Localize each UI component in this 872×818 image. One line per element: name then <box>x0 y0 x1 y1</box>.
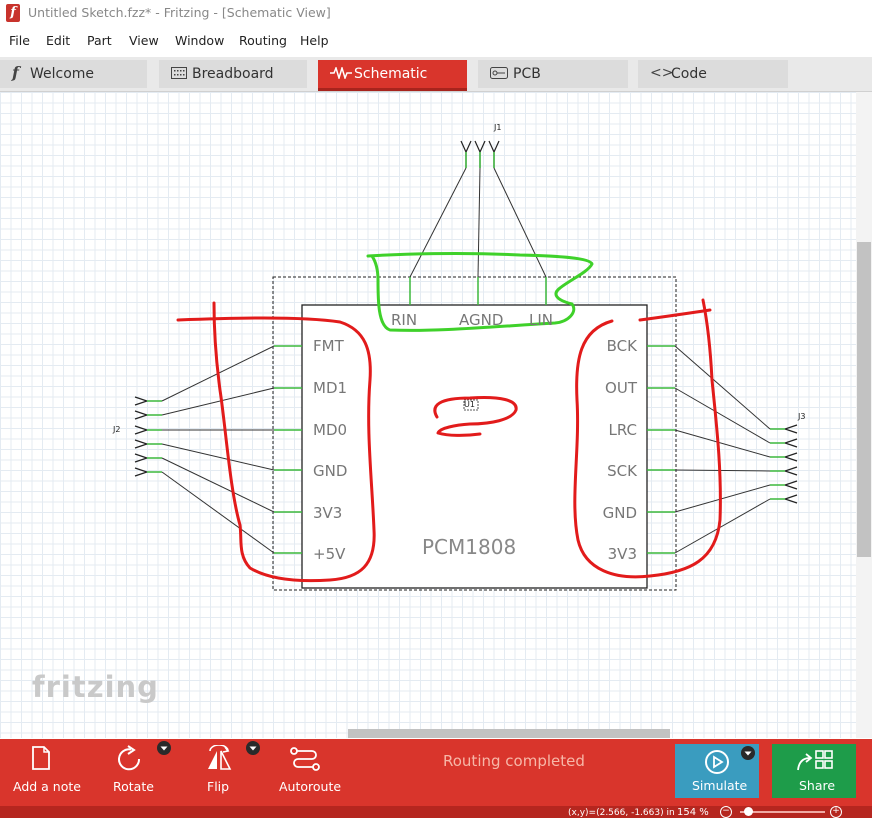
pin-label-lrc: LRC <box>608 421 637 439</box>
tab-welcome-label: Welcome <box>30 66 95 82</box>
window-title: Untitled Sketch.fzz* - Fritzing - [Schem… <box>28 5 331 20</box>
menu-help[interactable]: Help <box>300 33 329 48</box>
rotate-dropdown-icon[interactable] <box>157 741 171 755</box>
pin-label-gnd-right: GND <box>602 504 637 522</box>
pin-label-fmt: FMT <box>313 337 344 355</box>
bottom-toolbar: Add a note Rotate Flip Autoroute Routing… <box>0 739 872 806</box>
connector-label-j1: J1 <box>494 123 502 132</box>
menu-file[interactable]: File <box>9 33 30 48</box>
breadboard-icon <box>171 65 187 83</box>
fritzing-f-icon: f <box>12 63 19 82</box>
autoroute-icon <box>290 747 320 771</box>
schematic-canvas[interactable]: J1 J2 J3 FMT MD1 MD0 GND 3V3 +5V BCK OUT… <box>0 92 856 738</box>
pin-label-agnd: AGND <box>459 311 504 329</box>
resistor-icon <box>330 65 352 83</box>
pin-label-lin: LIN <box>529 311 554 329</box>
autoroute-label: Autoroute <box>279 779 342 794</box>
status-bar: (x,y)=(2.566, -1.663) in 154 % − + <box>0 806 872 818</box>
pin-label-3v3: 3V3 <box>313 504 343 522</box>
pin-label-out: OUT <box>605 379 637 397</box>
menu-view[interactable]: View <box>129 33 159 48</box>
pin-label-md0: MD0 <box>313 421 348 439</box>
pin-label-gnd: GND <box>313 462 348 480</box>
menu-part[interactable]: Part <box>87 33 112 48</box>
pcb-icon <box>490 65 508 83</box>
pin-label-3v3-right: 3V3 <box>607 545 637 563</box>
flip-label: Flip <box>207 779 230 794</box>
rotate-icon <box>118 745 141 771</box>
zoom-out-icon[interactable]: − <box>720 806 732 818</box>
play-icon <box>705 750 729 774</box>
simulate-dropdown-icon[interactable] <box>741 746 755 760</box>
view-tabs: f Welcome Breadboard Schematic PCB <> Co… <box>0 57 872 92</box>
routing-status: Routing completed <box>443 752 585 770</box>
autoroute-button[interactable]: Autoroute <box>275 739 345 806</box>
zoom-in-icon[interactable]: + <box>830 806 842 818</box>
chip-ref: U1 <box>464 400 475 409</box>
share-button[interactable]: Share <box>772 744 856 798</box>
menu-bar: File Edit Part View Window Routing Help <box>0 29 872 53</box>
tab-breadboard-label: Breadboard <box>192 66 274 82</box>
rotate-label: Rotate <box>113 779 154 794</box>
menu-routing[interactable]: Routing <box>239 33 287 48</box>
pin-label-rin: RIN <box>391 311 418 329</box>
j1-wires <box>409 167 547 278</box>
zoom-level: 154 % <box>677 807 709 818</box>
zoom-slider-handle[interactable] <box>744 807 753 816</box>
add-note-label: Add a note <box>13 779 81 794</box>
tab-pcb-label: PCB <box>513 66 541 82</box>
flip-dropdown-icon[interactable] <box>246 741 260 755</box>
pin-label-bck: BCK <box>606 337 637 355</box>
flip-button[interactable]: Flip <box>190 739 265 806</box>
menu-window[interactable]: Window <box>175 33 224 48</box>
tab-schematic[interactable]: Schematic <box>318 60 467 91</box>
horizontal-scroll-thumb[interactable] <box>348 729 670 738</box>
title-bar: f Untitled Sketch.fzz* - Fritzing - [Sch… <box>0 0 872 27</box>
j2-pin-stubs <box>147 400 162 473</box>
left-pin-stubs <box>274 345 302 554</box>
vertical-scrollbar[interactable] <box>856 92 872 738</box>
tab-welcome[interactable]: f Welcome <box>0 60 147 88</box>
menu-edit[interactable]: Edit <box>46 33 70 48</box>
pin-label-md1: MD1 <box>313 379 348 397</box>
pin-label-5v: +5V <box>313 545 346 563</box>
tab-code[interactable]: <> Code <box>638 60 788 88</box>
cursor-coordinates: (x,y)=(2.566, -1.663) in <box>568 808 675 818</box>
pin-label-sck: SCK <box>607 462 637 480</box>
schematic-drawing <box>134 140 798 591</box>
j2-connector <box>134 396 149 477</box>
add-note-button[interactable]: Add a note <box>0 739 90 806</box>
j3-pin-stubs <box>770 428 785 500</box>
connector-label-j3: J3 <box>798 412 806 421</box>
connector-label-j2: J2 <box>113 425 121 434</box>
share-icon <box>797 750 833 771</box>
vertical-scroll-thumb[interactable] <box>857 242 871 557</box>
note-icon <box>32 746 50 770</box>
code-icon: <> <box>650 65 674 81</box>
chip-name: PCM1808 <box>422 535 517 559</box>
fritzing-watermark: fritzing <box>32 670 159 704</box>
tab-code-label: Code <box>671 66 707 82</box>
share-label: Share <box>799 778 836 793</box>
tab-breadboard[interactable]: Breadboard <box>159 60 307 88</box>
j3-connector <box>783 424 798 504</box>
simulate-button[interactable]: Simulate <box>675 744 759 798</box>
right-pin-stubs <box>647 345 675 554</box>
tab-pcb[interactable]: PCB <box>478 60 628 88</box>
rotate-button[interactable]: Rotate <box>100 739 180 806</box>
top-pin-stubs <box>409 277 547 305</box>
j1-pin-stubs <box>465 152 495 168</box>
simulate-label: Simulate <box>692 778 748 793</box>
fritzing-app-icon: f <box>6 4 20 22</box>
flip-icon <box>208 745 232 770</box>
j3-wires <box>674 345 771 554</box>
tab-schematic-label: Schematic <box>354 66 428 82</box>
